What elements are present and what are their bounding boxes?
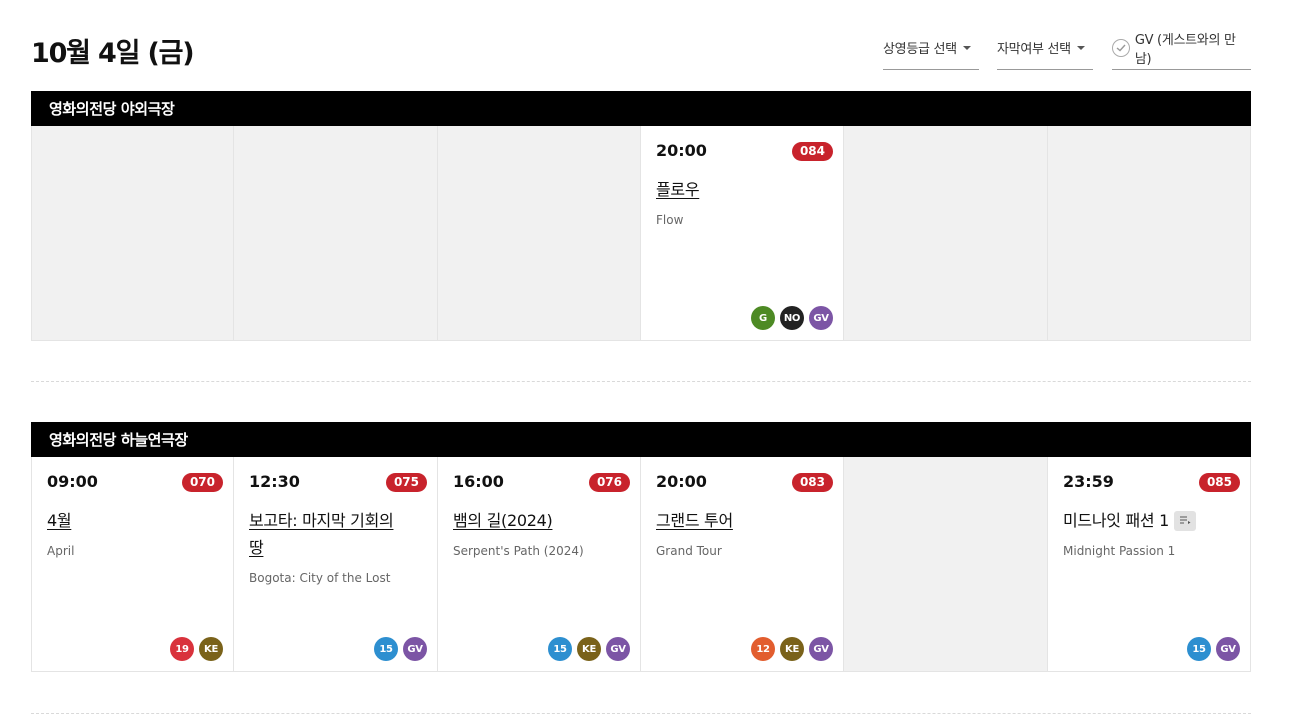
slot-row: 20:00 084 플로우 Flow G NO GV <box>31 126 1251 341</box>
badge-15: 15 <box>374 637 398 661</box>
screening-card: 12:30 075 보고타: 마지막 기회의 땅 Bogota: City of th… <box>233 457 437 672</box>
badge-group: 15 GV <box>1187 637 1240 661</box>
badge-group: 15 GV <box>374 637 427 661</box>
film-title-text: 미드나잇 패션 1 <box>1063 511 1169 530</box>
screening-card: 20:00 083 그랜드 투어 Grand Tour 12 KE GV <box>640 457 843 672</box>
screening-time: 12:30 <box>249 472 300 491</box>
subtitle-filter-dropdown[interactable]: 자막여부 선택 <box>997 35 1093 70</box>
section-divider <box>31 381 1251 382</box>
film-title-link[interactable]: 플로우 <box>656 176 818 203</box>
section-divider <box>31 713 1251 714</box>
badge-gv: GV <box>606 637 630 661</box>
film-title-text: 4월 <box>47 511 72 530</box>
empty-slot <box>437 126 640 341</box>
playlist-icon[interactable] <box>1173 510 1196 531</box>
venue-section: 영화의전당 하늘연극장 09:00 070 4월 April 19 KE 12:30 075 보… <box>31 422 1251 672</box>
badge-ke: KE <box>780 637 804 661</box>
empty-slot <box>233 126 437 341</box>
screening-card: 20:00 084 플로우 Flow G NO GV <box>640 126 843 341</box>
badge-ke: KE <box>577 637 601 661</box>
rating-filter-dropdown[interactable]: 상영등급 선택 <box>883 35 979 70</box>
screening-time: 23:59 <box>1063 472 1114 491</box>
screening-code-badge: 075 <box>385 473 427 492</box>
screening-code-badge: 070 <box>181 473 223 492</box>
film-title-text: 뱀의 길(2024) <box>453 511 553 530</box>
badge-ke: KE <box>199 637 223 661</box>
film-title-link[interactable]: 4월 <box>47 507 208 534</box>
badge-gv: GV <box>403 637 427 661</box>
screening-card: 09:00 070 4월 April 19 KE <box>31 457 233 672</box>
film-english-title: April <box>47 544 75 558</box>
film-title-link[interactable]: 뱀의 길(2024) <box>453 507 615 534</box>
gv-filter-label: GV (게스트와의 만남) <box>1134 32 1236 67</box>
venue-section: 영화의전당 야외극장 20:00 084 플로우 Flow G NO GV <box>31 91 1251 341</box>
film-title-link[interactable]: 보고타: 마지막 기회의 땅 <box>249 507 412 561</box>
caret-down-icon <box>962 45 971 50</box>
film-title-text: 보고타: 마지막 기회의 땅 <box>249 511 394 557</box>
screening-time: 16:00 <box>453 472 504 491</box>
empty-slot <box>31 126 233 341</box>
badge-15: 15 <box>548 637 572 661</box>
screening-time: 09:00 <box>47 472 98 491</box>
empty-slot <box>1047 126 1251 341</box>
film-title-link[interactable]: 그랜드 투어 <box>656 507 818 534</box>
screening-code-badge: 085 <box>1198 473 1240 492</box>
subtitle-filter-label: 자막여부 선택 <box>997 42 1071 57</box>
badge-gv: GV <box>1216 637 1240 661</box>
badge-no: NO <box>780 306 804 330</box>
badge-group: 12 KE GV <box>751 637 833 661</box>
film-english-title: Flow <box>656 213 684 227</box>
badge-g: G <box>751 306 775 330</box>
screening-card: 23:59 085 미드나잇 패션 1 Midnight Passion 1 15 GV <box>1047 457 1251 672</box>
film-english-title: Grand Tour <box>656 544 722 558</box>
empty-slot <box>843 126 1047 341</box>
page-title: 10월 4일 (금) <box>31 38 195 69</box>
filter-bar: 상영등급 선택 자막여부 선택 GV (게스트와의 만남) <box>883 33 1251 71</box>
screening-time: 20:00 <box>656 141 707 160</box>
badge-gv: GV <box>809 637 833 661</box>
screening-card: 16:00 076 뱀의 길(2024) Serpent's Path (2024) 1… <box>437 457 640 672</box>
screening-code-badge: 084 <box>791 142 833 161</box>
film-english-title: Serpent's Path (2024) <box>453 544 584 558</box>
empty-slot <box>843 457 1047 672</box>
screening-time: 20:00 <box>656 472 707 491</box>
caret-down-icon <box>1076 45 1085 50</box>
film-title-text: 그랜드 투어 <box>656 511 733 530</box>
badge-12: 12 <box>751 637 775 661</box>
venue-name: 영화의전당 야외극장 <box>31 91 1251 126</box>
badge-15: 15 <box>1187 637 1211 661</box>
badge-19: 19 <box>170 637 194 661</box>
film-title-link[interactable]: 미드나잇 패션 1 <box>1063 507 1225 534</box>
rating-filter-label: 상영등급 선택 <box>883 42 957 57</box>
gv-filter-checkbox[interactable]: GV (게스트와의 만남) <box>1112 33 1251 70</box>
screening-code-badge: 083 <box>791 473 833 492</box>
badge-group: G NO GV <box>751 306 833 330</box>
badge-group: 15 KE GV <box>548 637 630 661</box>
check-icon <box>1112 38 1130 57</box>
film-english-title: Midnight Passion 1 <box>1063 544 1176 558</box>
badge-group: 19 KE <box>170 637 223 661</box>
slot-row: 09:00 070 4월 April 19 KE 12:30 075 보고타: 마지막 기회의 … <box>31 457 1251 672</box>
film-title-text: 플로우 <box>656 180 700 199</box>
venue-name: 영화의전당 하늘연극장 <box>31 422 1251 457</box>
screening-code-badge: 076 <box>588 473 630 492</box>
badge-gv: GV <box>809 306 833 330</box>
film-english-title: Bogota: City of the Lost <box>249 571 391 585</box>
